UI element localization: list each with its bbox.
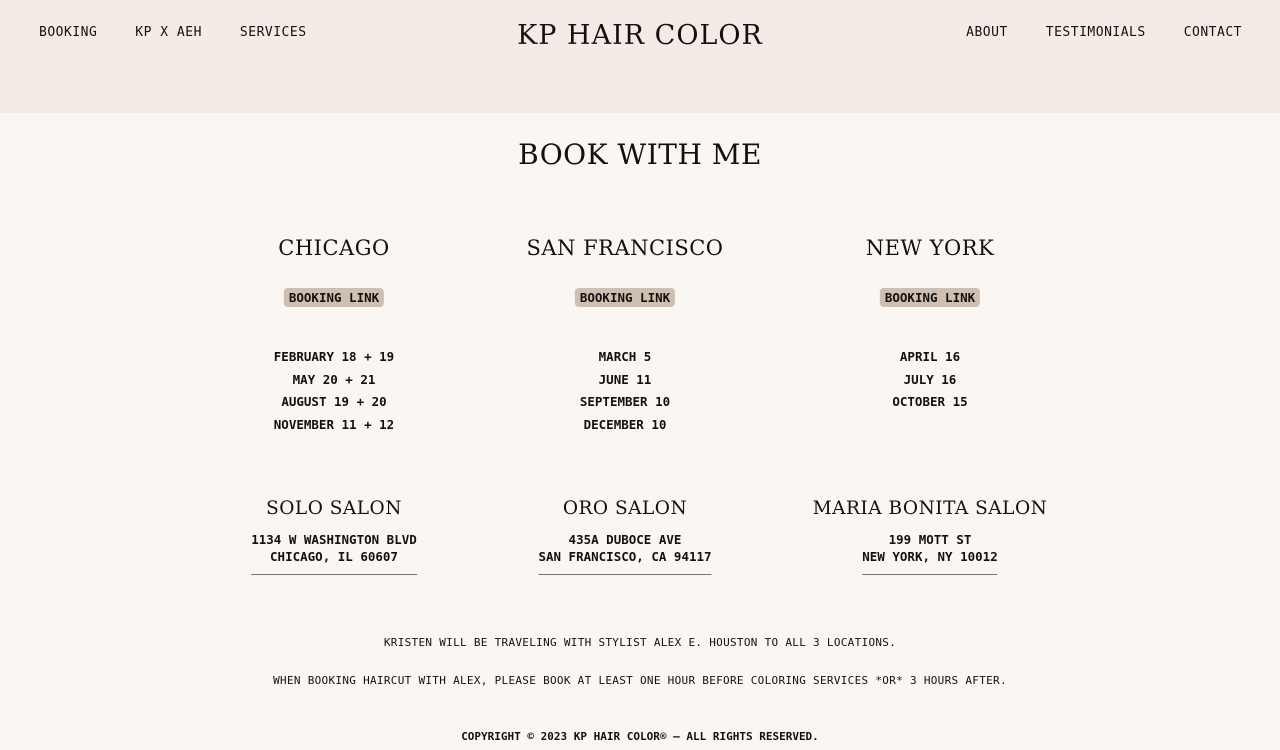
address-line: 435A DUBOCE AVE [568,532,682,547]
site-header: BOOKING KP X AEH SERVICES KP HAIR COLOR … [0,0,1280,113]
booking-link-button[interactable]: BOOKING LINK [574,288,676,307]
date-item: MARCH 5 [598,349,652,364]
travel-note: KRISTEN WILL BE TRAVELING WITH STYLIST A… [383,636,897,649]
salon-name: MARIA BONITA SALON [812,498,1048,519]
salon-name: ORO SALON [562,498,688,519]
date-item: JULY 16 [903,371,957,387]
date-item: AUGUST 19 + 20 [281,394,387,410]
date-item: FEBRUARY 18 + 19 [273,349,395,364]
date-item: DECEMBER 10 [583,416,667,432]
nav-link-testimonials[interactable]: TESTIMONIALS [1046,25,1146,40]
salon-address-link[interactable]: 1134 W WASHINGTON BLVD CHICAGO, IL 60607 [251,531,417,575]
date-list: MARCH 5 JUNE 11 SEPTEMBER 10 DECEMBER 10 [490,346,760,436]
salon-address-link[interactable]: 199 MOTT ST NEW YORK, NY 10012 [862,531,998,575]
date-item: SEPTEMBER 10 [579,394,671,410]
city-heading: NEW YORK [865,236,995,260]
nav-right: ABOUT TESTIMONIALS CONTACT [966,25,1242,40]
nav-link-contact[interactable]: CONTACT [1184,25,1242,40]
date-list: FEBRUARY 18 + 19 MAY 20 + 21 AUGUST 19 +… [209,346,459,436]
date-item: NOVEMBER 11 + 12 [273,416,395,432]
nav-link-about[interactable]: ABOUT [966,25,1008,40]
salon-address-link[interactable]: 435A DUBOCE AVE SAN FRANCISCO, CA 94117 [538,531,712,575]
city-heading: CHICAGO [278,236,390,260]
address-line: CHICAGO, IL 60607 [270,549,398,564]
date-item: MAY 20 + 21 [292,371,376,387]
address-line: SAN FRANCISCO, CA 94117 [538,549,712,564]
footer-copyright: COPYRIGHT © 2023 KP HAIR COLOR® — ALL RI… [461,730,819,743]
date-list: APRIL 16 JULY 16 OCTOBER 15 [795,346,1065,414]
address-line: 199 MOTT ST [888,532,972,547]
page-title: BOOK WITH ME [518,138,762,171]
date-item: JUNE 11 [598,371,652,387]
city-heading: SAN FRANCISCO [526,236,724,260]
haircut-booking-note: WHEN BOOKING HAIRCUT WITH ALEX, PLEASE B… [273,674,1007,687]
location-chicago: CHICAGO BOOKING LINK FEBRUARY 18 + 19 MA… [209,236,459,576]
address-line: NEW YORK, NY 10012 [862,549,998,564]
location-new-york: NEW YORK BOOKING LINK APRIL 16 JULY 16 O… [795,236,1065,576]
booking-link-button[interactable]: BOOKING LINK [283,288,385,307]
booking-link-button[interactable]: BOOKING LINK [879,288,981,307]
salon-name: SOLO SALON [266,498,402,519]
date-item: APRIL 16 [899,349,961,364]
address-line: 1134 W WASHINGTON BLVD [251,532,417,547]
date-item: OCTOBER 15 [892,394,968,410]
location-san-francisco: SAN FRANCISCO BOOKING LINK MARCH 5 JUNE … [490,236,760,576]
